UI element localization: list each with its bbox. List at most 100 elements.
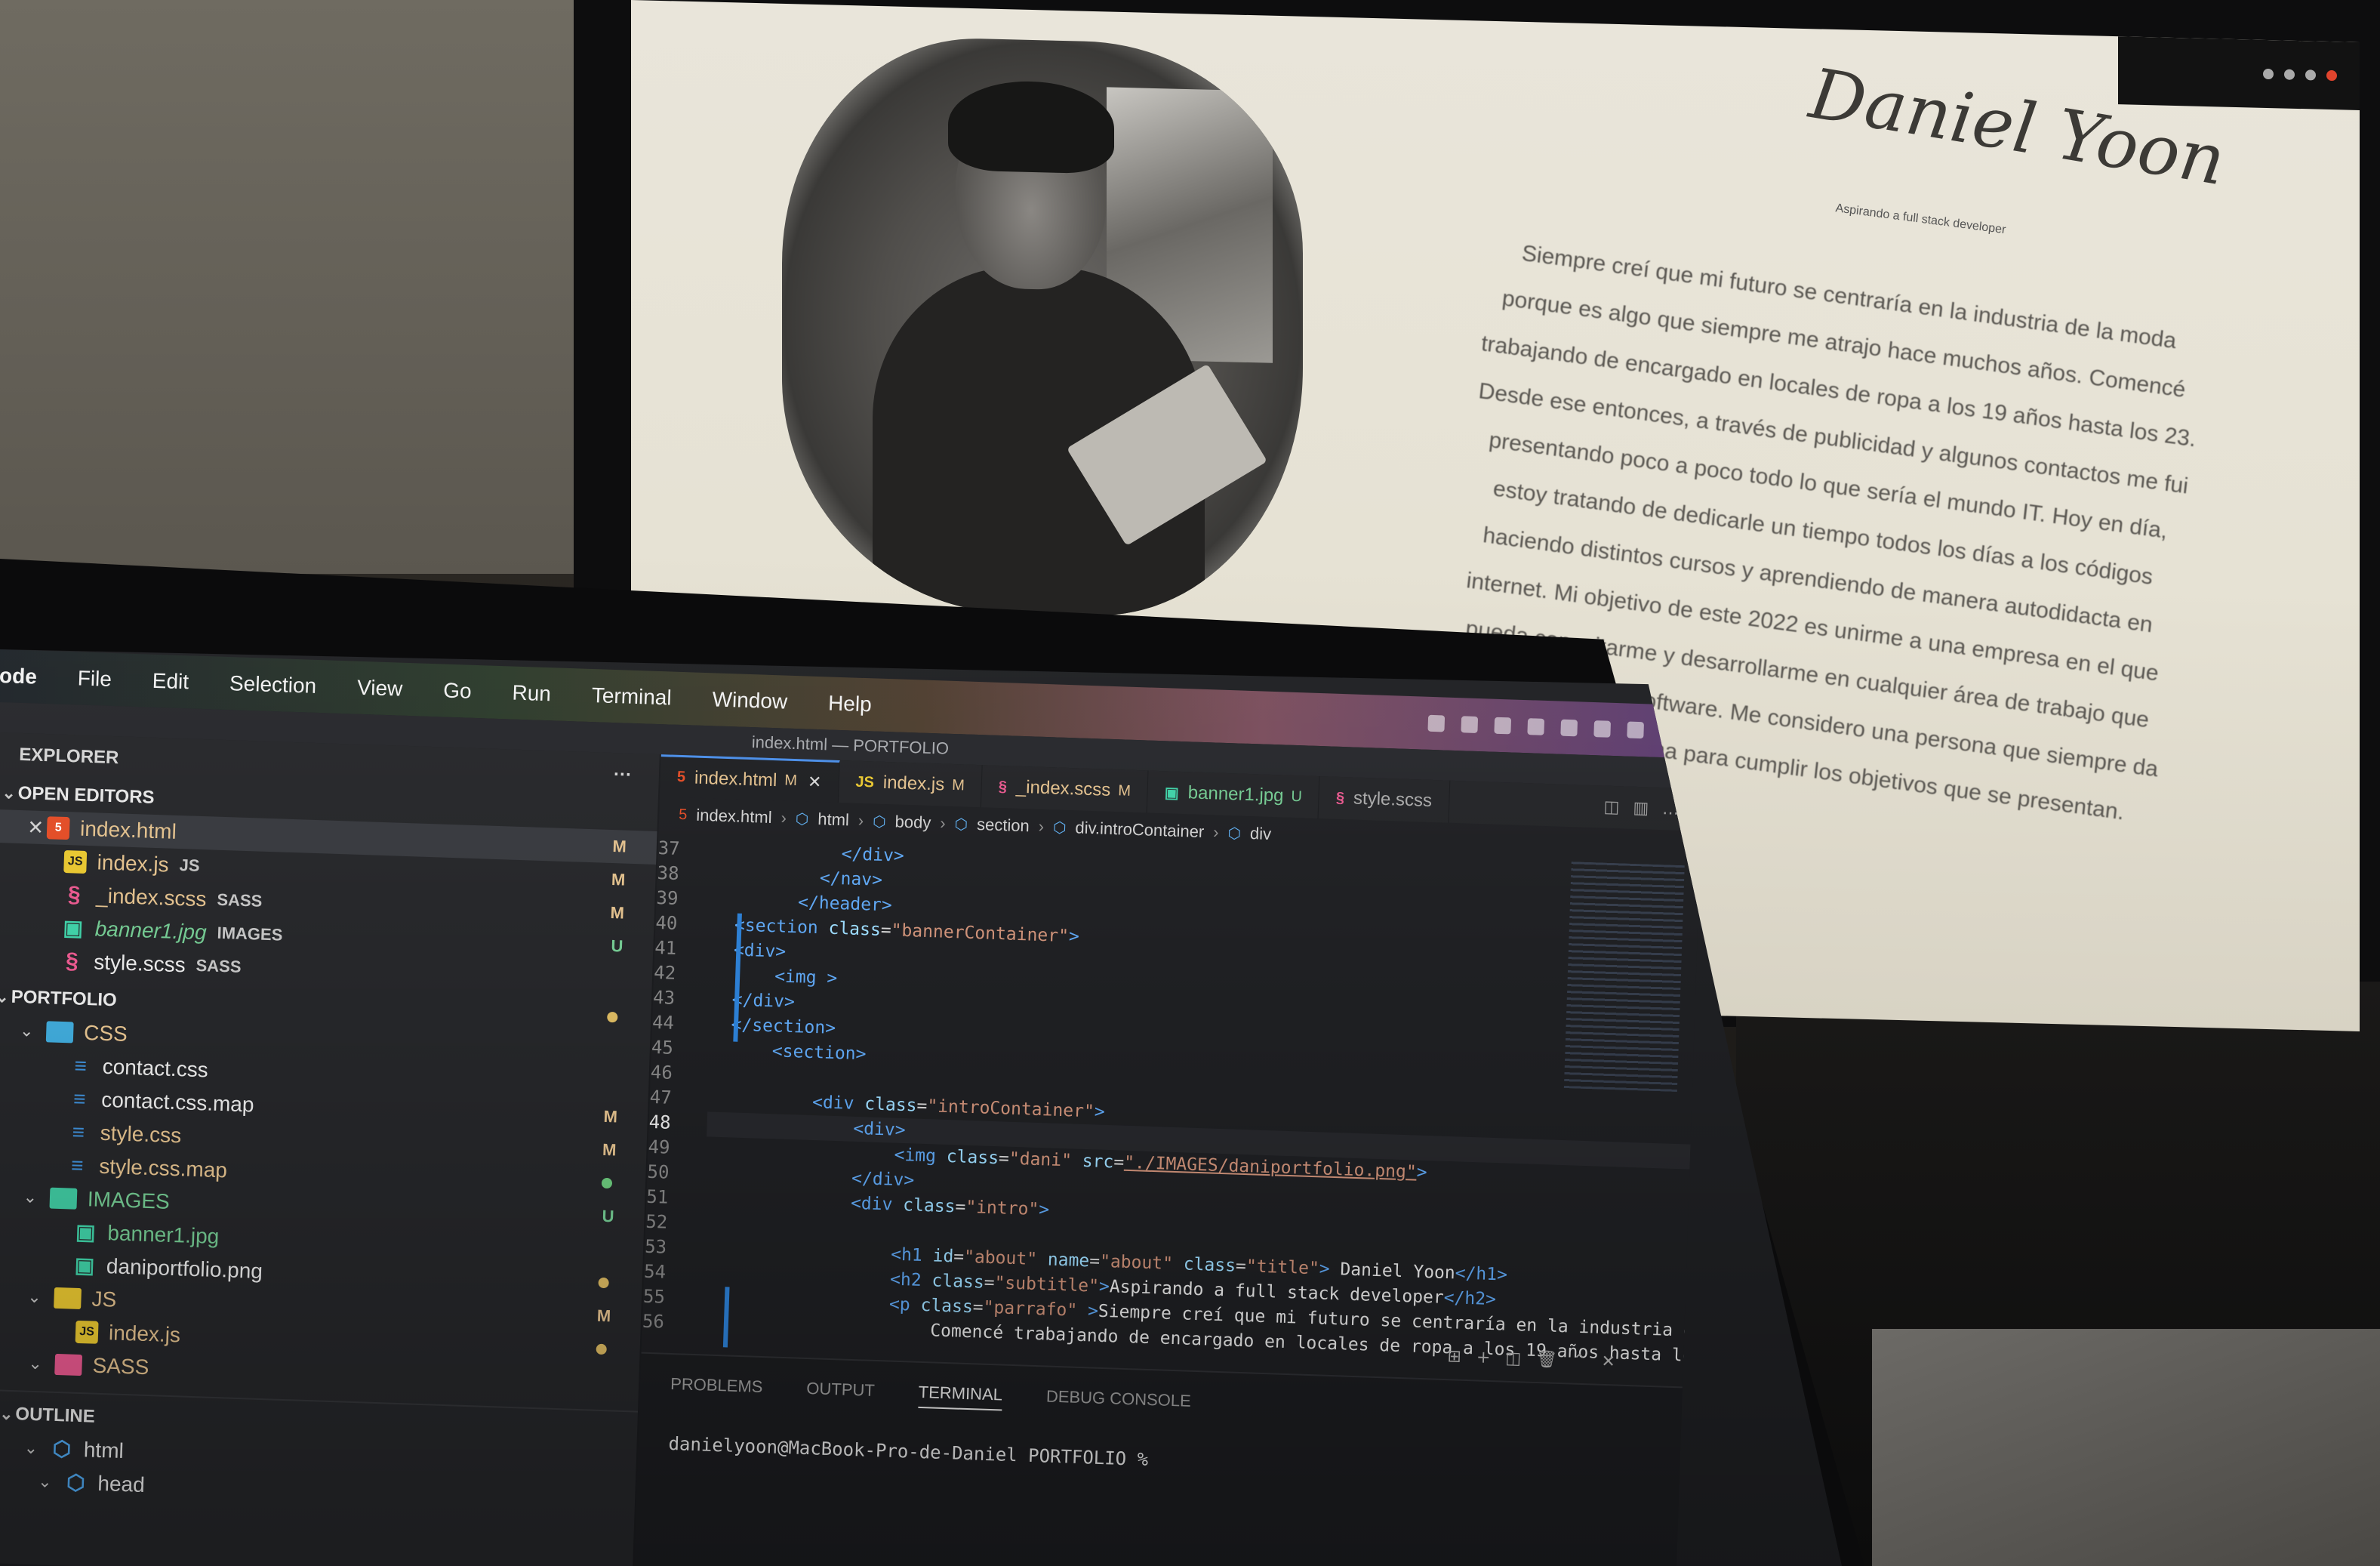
sass-file-icon: § <box>1335 789 1345 806</box>
html-file-icon: 5 <box>46 816 70 840</box>
menu-go[interactable]: Go <box>443 679 472 704</box>
breadcrumb-item[interactable]: index.html <box>696 806 772 828</box>
sass-file-icon: § <box>65 948 79 974</box>
line-number: 51 <box>645 1185 669 1208</box>
menu-view[interactable]: View <box>357 676 403 701</box>
menu-terminal[interactable]: Terminal <box>591 683 672 710</box>
git-status-badge: M <box>612 837 627 856</box>
breadcrumb-item[interactable]: body <box>894 812 931 833</box>
line-number: 37 <box>657 837 681 859</box>
trash-icon[interactable]: 🗑 <box>1536 1350 1558 1370</box>
sass-file-icon: § <box>67 882 82 908</box>
image-file-icon: ▣ <box>1164 784 1180 802</box>
browser-icon[interactable] <box>2284 69 2295 80</box>
panel-tab-problems[interactable]: PROBLEMS <box>670 1374 763 1403</box>
tab-label: _index.scss <box>1015 776 1111 800</box>
line-number: 41 <box>654 936 677 959</box>
menu-run[interactable]: Run <box>512 681 551 707</box>
split-editor-icon[interactable]: ◫ <box>1603 797 1620 817</box>
tab-banner1-jpg[interactable]: ▣ banner1.jpg U <box>1147 770 1320 819</box>
menu-app-name[interactable]: Code <box>0 663 37 689</box>
file-name: style.scss <box>93 950 186 977</box>
chevron-right-icon: › <box>857 810 864 831</box>
image-file-icon: ▣ <box>63 915 84 940</box>
status-icon[interactable] <box>1627 721 1645 739</box>
status-icon[interactable] <box>1427 714 1446 732</box>
explorer-title: EXPLORER <box>18 744 119 769</box>
tab-index-html[interactable]: 5 index.html M ✕ <box>660 754 840 803</box>
git-status-badge: M <box>611 870 626 889</box>
chevron-right-icon: › <box>939 813 947 833</box>
breadcrumb-item[interactable]: section <box>977 815 1030 836</box>
menu-edit[interactable]: Edit <box>152 669 189 695</box>
menu-window[interactable]: Window <box>712 687 788 714</box>
file-name: daniportfolio.png <box>106 1254 263 1283</box>
element-icon: ⬡ <box>66 1470 86 1495</box>
chevron-down-icon: ⌄ <box>0 1404 14 1424</box>
tab-style-scss[interactable]: § style.scss <box>1319 776 1450 823</box>
folder-icon <box>45 1021 74 1043</box>
code-text[interactable]: </div> </nav> </header> <section class="… <box>676 833 1700 1387</box>
tab-badge: U <box>1291 788 1303 805</box>
file-description: IMAGES <box>217 923 283 945</box>
element-icon: ⬡ <box>872 812 886 831</box>
browser-icon[interactable] <box>2263 68 2274 80</box>
tab-badge: M <box>951 776 965 794</box>
browser-toolbar <box>2118 36 2360 110</box>
folder-name: JS <box>91 1287 117 1312</box>
modified-dot <box>607 1011 618 1023</box>
file-name: banner1.jpg <box>106 1221 220 1249</box>
browser-icon[interactable] <box>2326 69 2337 82</box>
code-editor[interactable]: 37 38 39 40 41 42 43 44 45 46 47 48 49 50 51 52 53 54 55 56… <box>642 831 1700 1386</box>
file-name: index.html <box>79 816 177 843</box>
chevron-down-icon: ⌄ <box>23 1187 38 1207</box>
split-terminal-icon[interactable]: ◫ <box>1505 1349 1522 1369</box>
minimap[interactable] <box>1563 862 1685 1092</box>
menu-selection[interactable]: Selection <box>229 671 317 698</box>
line-number: 42 <box>653 961 676 984</box>
untracked-dot <box>601 1177 613 1189</box>
breadcrumb-item[interactable]: div.introContainer <box>1075 818 1205 842</box>
status-icon[interactable] <box>1494 717 1512 735</box>
line-number: 40 <box>655 912 678 934</box>
chevron-up-icon[interactable]: ⌃ <box>1572 1352 1587 1371</box>
breadcrumb-item[interactable]: div <box>1250 824 1272 844</box>
tab-index-js[interactable]: JS index.js M <box>838 760 983 808</box>
git-status-badge: M <box>603 1106 618 1127</box>
menu-file[interactable]: File <box>77 666 112 691</box>
close-icon[interactable]: ✕ <box>24 815 48 840</box>
folder-name: CSS <box>83 1020 128 1046</box>
panel-tab-terminal[interactable]: TERMINAL <box>918 1382 1003 1411</box>
outline-panel: ⌄ OUTLINE ⌄ ⬡ html ⌄ ⬡ head <box>0 1389 639 1518</box>
element-icon: ⬡ <box>52 1436 72 1461</box>
chevron-down-icon: ⌄ <box>37 1472 53 1491</box>
breadcrumb-item[interactable]: html <box>817 809 849 830</box>
browser-icon[interactable] <box>2305 69 2316 81</box>
status-icon[interactable] <box>1593 720 1612 738</box>
background-wall <box>0 0 574 574</box>
terminal-icon[interactable]: ⊞ <box>1447 1347 1461 1367</box>
panel-tab-debug-console[interactable]: DEBUG CONSOLE <box>1045 1387 1192 1417</box>
css-file-icon: ≡ <box>74 1053 88 1078</box>
tab-badge: M <box>1117 781 1132 800</box>
status-icon[interactable] <box>1461 716 1479 733</box>
outline-item-label: html <box>83 1438 125 1463</box>
chevron-down-icon: ⌄ <box>26 1287 42 1307</box>
panel-tab-output[interactable]: OUTPUT <box>806 1379 875 1407</box>
close-icon[interactable]: ✕ <box>1601 1352 1615 1372</box>
line-number: 54 <box>643 1260 667 1283</box>
git-status-badge: U <box>611 936 623 956</box>
tab-label: style.scss <box>1353 788 1433 811</box>
add-terminal-icon[interactable]: + <box>1476 1348 1491 1367</box>
tab-label: banner1.jpg <box>1187 782 1284 806</box>
close-icon[interactable]: ✕ <box>808 772 822 792</box>
portrait-photo <box>782 33 1303 621</box>
menu-help[interactable]: Help <box>828 691 873 717</box>
tab-index-scss[interactable]: § _index.scss M <box>981 765 1149 813</box>
split-editor-icon[interactable]: ▥ <box>1633 798 1649 818</box>
chevron-down-icon: ⌄ <box>0 987 10 1006</box>
status-icon[interactable] <box>1527 718 1545 735</box>
more-actions-icon[interactable]: ··· <box>613 764 633 786</box>
file-name: index.js <box>97 850 170 877</box>
status-icon[interactable] <box>1560 719 1578 737</box>
